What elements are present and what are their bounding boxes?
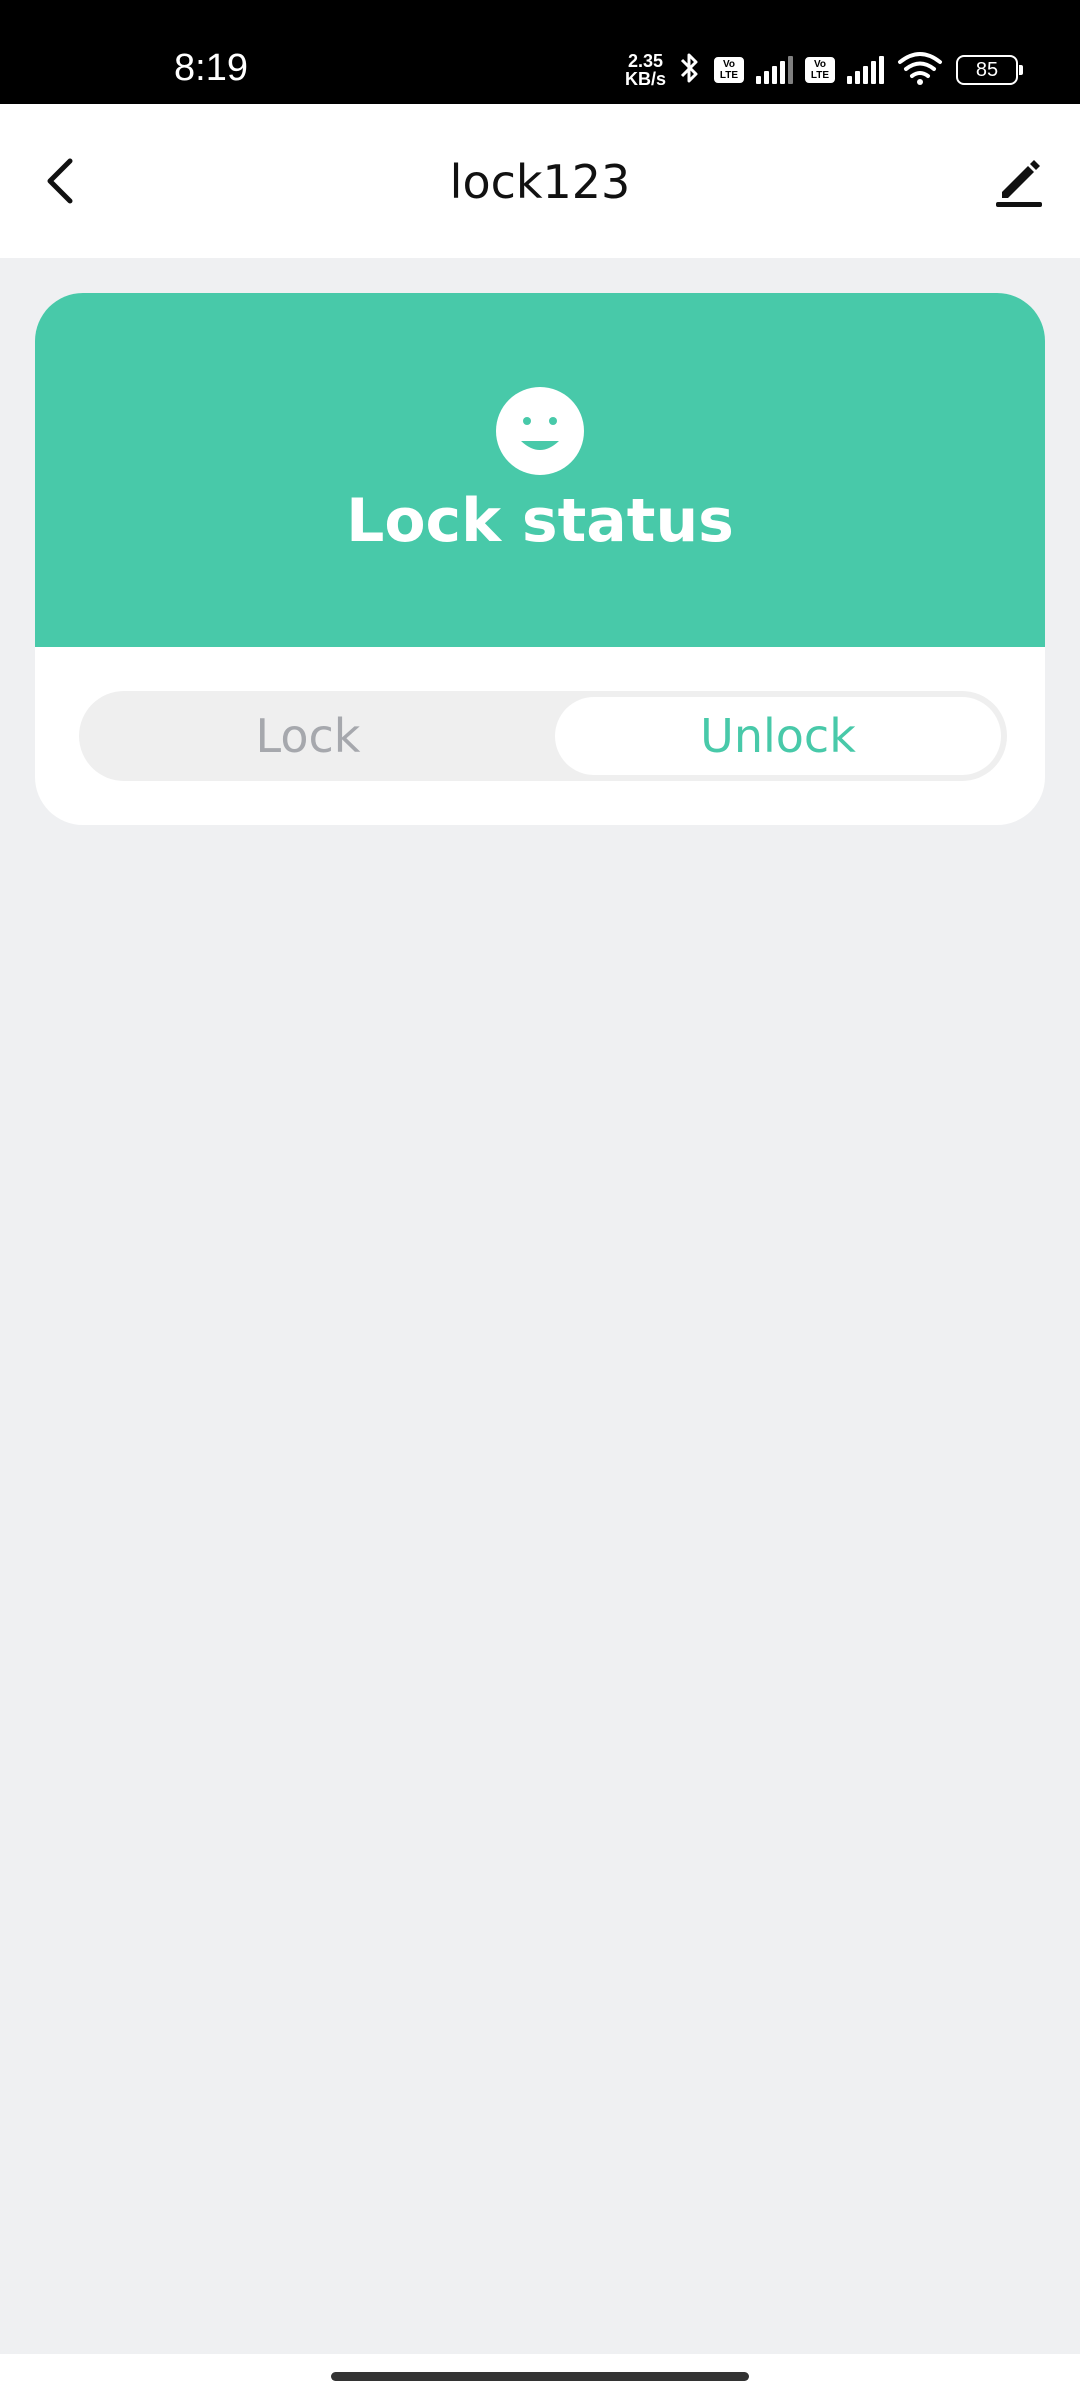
- lock-status-title: Lock status: [346, 486, 734, 556]
- lock-unlock-toggle: Lock Unlock: [79, 691, 1007, 781]
- pencil-icon: [996, 160, 1042, 207]
- status-bar: 8:19 2.35 KB/s Vo LTE Vo LTE 85: [0, 0, 1080, 104]
- status-time: 8:19: [174, 47, 248, 89]
- battery-icon: 85: [956, 55, 1023, 85]
- edit-button[interactable]: [984, 148, 1054, 214]
- unlock-option[interactable]: Unlock: [555, 697, 1001, 775]
- signal-icon: [756, 56, 793, 84]
- volte-icon: Vo LTE: [714, 57, 744, 83]
- lock-status-card: Lock status Lock Unlock: [35, 293, 1045, 825]
- battery-level: 85: [975, 58, 999, 81]
- lock-option[interactable]: Lock: [85, 697, 531, 775]
- app-header: lock123: [0, 104, 1080, 258]
- signal-icon-2: [847, 56, 884, 84]
- home-indicator[interactable]: [331, 2372, 749, 2381]
- wifi-icon: [896, 50, 944, 90]
- network-speed-unit: KB/s: [624, 69, 666, 89]
- lock-status-header: Lock status: [35, 293, 1045, 647]
- volte-icon-2: Vo LTE: [805, 57, 835, 83]
- network-speed: 2.35 KB/s: [625, 52, 666, 88]
- network-speed-value: 2.35: [627, 51, 664, 71]
- bluetooth-icon: [678, 50, 702, 90]
- smiley-icon: [496, 387, 584, 475]
- page-title: lock123: [449, 155, 631, 209]
- status-icons: 2.35 KB/s Vo LTE Vo LTE 85: [625, 48, 1023, 92]
